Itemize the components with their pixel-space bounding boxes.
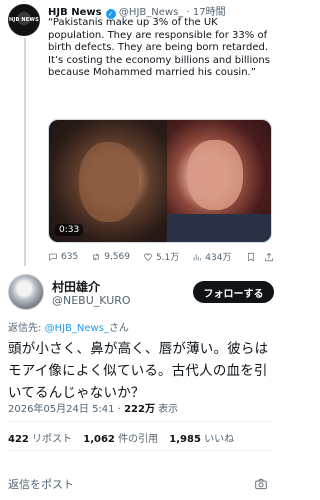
tweet-text-line: It’s costing the economy billions and bi… xyxy=(48,54,270,79)
views-count: 434万 xyxy=(205,253,232,263)
avatar[interactable] xyxy=(8,274,44,310)
author-handle[interactable]: @NEBU_KURO xyxy=(52,294,131,307)
bookmark-icon[interactable] xyxy=(246,252,256,262)
author-name[interactable]: 村田雄介 xyxy=(52,278,100,295)
views-count: 222万 xyxy=(124,404,155,415)
thread-line xyxy=(24,38,26,266)
tweet-text: “Pakistanis make up 3% of the UK populat… xyxy=(48,17,276,80)
engagement-counts: 422 リポスト 1,062 件の引用 1,985 いいね xyxy=(8,430,242,445)
likes-value: 1,985 xyxy=(169,434,201,445)
reposts-link[interactable]: 422 リポスト xyxy=(8,434,72,445)
share-icon[interactable] xyxy=(264,252,274,262)
quotes-label: 件の引用 xyxy=(114,434,159,445)
reply-icon xyxy=(49,253,57,261)
like-button[interactable]: 5.1万 xyxy=(143,250,179,263)
tweet-actions: 635 9,569 5.1万 434万 xyxy=(48,250,276,263)
timestamp[interactable]: 2026年05月24日 5:41 · xyxy=(8,404,124,415)
camera-button[interactable] xyxy=(254,476,268,490)
quotes-link[interactable]: 1,062 件の引用 xyxy=(83,434,158,445)
reply-count: 635 xyxy=(61,251,79,262)
camera-icon xyxy=(255,478,267,490)
follow-button[interactable]: フォローする xyxy=(193,281,274,303)
video-frame-right xyxy=(167,120,271,242)
quotes-value: 1,062 xyxy=(83,434,115,445)
retweet-count: 9,569 xyxy=(104,251,130,262)
reposts-value: 422 xyxy=(8,434,29,445)
reply-prefix: 返信先: xyxy=(8,323,45,334)
reply-input[interactable]: 返信をポスト xyxy=(8,476,74,492)
retweet-button[interactable]: 9,569 xyxy=(91,252,130,262)
likes-label: いいね xyxy=(200,434,235,445)
views-button[interactable]: 434万 xyxy=(192,250,231,263)
tweet-meta: 2026年05月24日 5:41 · 222万 表示 xyxy=(8,400,178,415)
reply-context: 返信先: @HJB_News_さん xyxy=(8,319,129,334)
tweet-text: 頭が小さく、鼻が高く、唇が薄い。彼らはモアイ像によく似ている。古代人の血を引いて… xyxy=(8,341,269,401)
video-duration: 0:33 xyxy=(55,224,84,236)
like-count: 5.1万 xyxy=(155,253,180,263)
views-label: 表示 xyxy=(154,404,179,415)
likes-link[interactable]: 1,985 いいね xyxy=(169,434,234,445)
hjb-logo: HJB NEWS xyxy=(9,16,39,23)
retweet-icon xyxy=(93,252,100,261)
divider xyxy=(8,450,273,451)
quoted-tweet[interactable]: HJB NEWS HJB News ✓ @HJB_News_ · 17時間 “P… xyxy=(0,0,279,270)
reply-button[interactable]: 635 xyxy=(48,252,78,262)
video-media[interactable]: 0:33 xyxy=(48,119,272,243)
main-tweet: 村田雄介 @NEBU_KURO フォローする 返信先: @HJB_News_さん… xyxy=(0,270,279,500)
avatar[interactable]: HJB NEWS xyxy=(8,4,40,36)
reply-target-link[interactable]: @HJB_News_ xyxy=(45,323,109,334)
tweet-text-line: “Pakistanis make up 3% of the UK populat… xyxy=(48,17,268,53)
like-icon xyxy=(144,253,152,261)
views-icon xyxy=(194,253,201,260)
divider xyxy=(8,421,273,422)
reply-suffix: さん xyxy=(108,323,129,334)
reposts-label: リポスト xyxy=(28,434,73,445)
